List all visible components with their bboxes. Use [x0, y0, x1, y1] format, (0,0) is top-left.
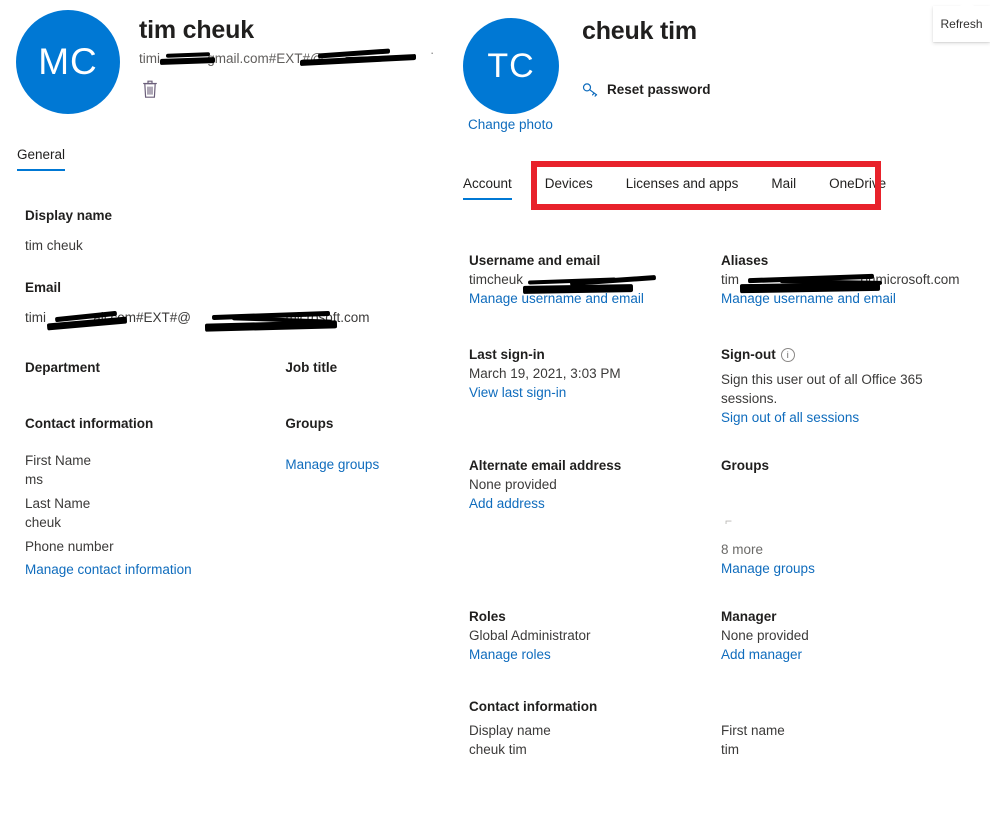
manager-header: Manager [721, 609, 777, 624]
tab-general[interactable]: General [17, 147, 66, 171]
tab-mail[interactable]: Mail [771, 176, 796, 198]
row-roles-manager: Roles Global Administrator Manage roles … [469, 608, 989, 664]
groups-more-count: 8 more [721, 542, 764, 557]
right-tab-bar[interactable]: Account Devices Licenses and apps Mail O… [463, 176, 886, 200]
first-name-label: First Name [25, 453, 92, 468]
manager-value: None provided [721, 628, 809, 643]
aliases-value-prefix: tim [721, 272, 739, 287]
tab-account[interactable]: Account [463, 176, 512, 200]
group-item[interactable] [721, 483, 973, 502]
add-address-link[interactable]: Add address [469, 494, 721, 513]
groups-header: Groups [285, 416, 334, 431]
alternate-email-value: None provided [469, 477, 557, 492]
account-content: Username and email timcheuk Manage usern… [469, 252, 989, 759]
refresh-tooltip: Refresh [933, 0, 990, 42]
sign-out-header: Sign-out i [721, 346, 973, 364]
last-sign-in-header: Last sign-in [469, 347, 545, 362]
right-user-detail-panel: TC Change photo cheuk tim Reset password… [460, 0, 990, 829]
roles-block: Roles Global Administrator Manage roles [469, 608, 721, 664]
left-row-dept-job: Department Job title [25, 359, 445, 377]
sign-out-header-text: Sign-out [721, 347, 776, 362]
group-item[interactable] [721, 521, 973, 540]
roles-header: Roles [469, 609, 506, 624]
tab-licenses-and-apps[interactable]: Licenses and apps [626, 176, 739, 198]
contact-display-name-value: cheuk tim [469, 742, 527, 757]
refresh-tooltip-label: Refresh [940, 17, 983, 31]
sign-out-block: Sign-out i Sign this user out of all Offi… [721, 346, 973, 427]
tab-devices[interactable]: Devices [545, 176, 593, 198]
page-title: cheuk tim [582, 17, 697, 45]
first-name-value: ms [25, 472, 43, 487]
display-name-value: tim cheuk [25, 238, 83, 253]
key-icon [582, 81, 599, 98]
tab-onedrive[interactable]: OneDrive [829, 176, 886, 198]
avatar: TC [463, 18, 559, 114]
left-tab-bar[interactable]: General [17, 147, 66, 171]
reset-password-label: Reset password [607, 82, 711, 97]
page-title: tim cheuk [139, 16, 254, 44]
username-value-prefix: timcheuk [469, 272, 524, 287]
last-sign-in-value: March 19, 2021, 3:03 PM [469, 366, 621, 381]
alternate-email-block: Alternate email address None provided Ad… [469, 457, 721, 578]
job-title-header: Job title [285, 360, 338, 375]
left-user-panel: MC tim cheuk timixxxxxxxgmail.com#EXT#@ … [0, 0, 460, 829]
avatar: MC [16, 10, 120, 114]
row-signin-signout: Last sign-in March 19, 2021, 3:03 PM Vie… [469, 346, 989, 427]
header-truncation-dot: · [430, 45, 435, 60]
email-value-prefix: timi [25, 310, 46, 325]
manage-roles-link[interactable]: Manage roles [469, 645, 721, 664]
header-email-prefix: timi [139, 51, 160, 66]
group-item[interactable] [721, 502, 973, 521]
groups-header: Groups [721, 458, 770, 473]
contact-display-name-label: Display name [469, 723, 551, 738]
aliases-header: Aliases [721, 253, 769, 268]
last-name-value: cheuk [25, 515, 62, 530]
contact-information-header: Contact information [469, 699, 598, 714]
sign-out-description: Sign this user out of all Office 365 ses… [721, 372, 923, 406]
phone-number-label: Phone number [25, 539, 114, 554]
roles-value: Global Administrator [469, 628, 591, 643]
manage-groups-link[interactable]: Manage groups [721, 559, 973, 578]
left-content: Display name tim cheuk Email timixxxxxxx… [25, 207, 445, 327]
manager-block: Manager None provided Add manager [721, 608, 973, 664]
last-name-label: Last Name [25, 496, 91, 511]
email-header: Email [25, 280, 62, 295]
manage-contact-information-link[interactable]: Manage contact information [25, 560, 285, 579]
add-manager-link[interactable]: Add manager [721, 645, 973, 664]
change-photo-link[interactable]: Change photo [468, 117, 553, 132]
username-and-email-header: Username and email [469, 253, 601, 268]
department-header: Department [25, 360, 101, 375]
left-row-contact-groups: Contact information First Name ms Last N… [25, 415, 445, 579]
contact-information-header: Contact information [25, 416, 154, 431]
info-circle-icon[interactable]: i [780, 348, 795, 362]
view-last-sign-in-link[interactable]: View last sign-in [469, 383, 721, 402]
display-name-header: Display name [25, 208, 113, 223]
groups-block: Groups 8 more Manage groups [721, 457, 973, 578]
reset-password-button[interactable]: Reset password [582, 81, 711, 98]
contact-first-name-label: First name [721, 723, 785, 738]
manage-groups-link[interactable]: Manage groups [285, 455, 445, 474]
sign-out-of-all-sessions-link[interactable]: Sign out of all sessions [721, 408, 973, 427]
alternate-email-header: Alternate email address [469, 458, 622, 473]
contact-information-block: Contact information Display name cheuk t… [469, 698, 989, 759]
group-item-remnant: ⌐ [725, 514, 733, 528]
trash-icon[interactable] [140, 78, 160, 100]
contact-first-name-value: tim [721, 742, 739, 757]
last-sign-in-block: Last sign-in March 19, 2021, 3:03 PM Vie… [469, 346, 721, 427]
